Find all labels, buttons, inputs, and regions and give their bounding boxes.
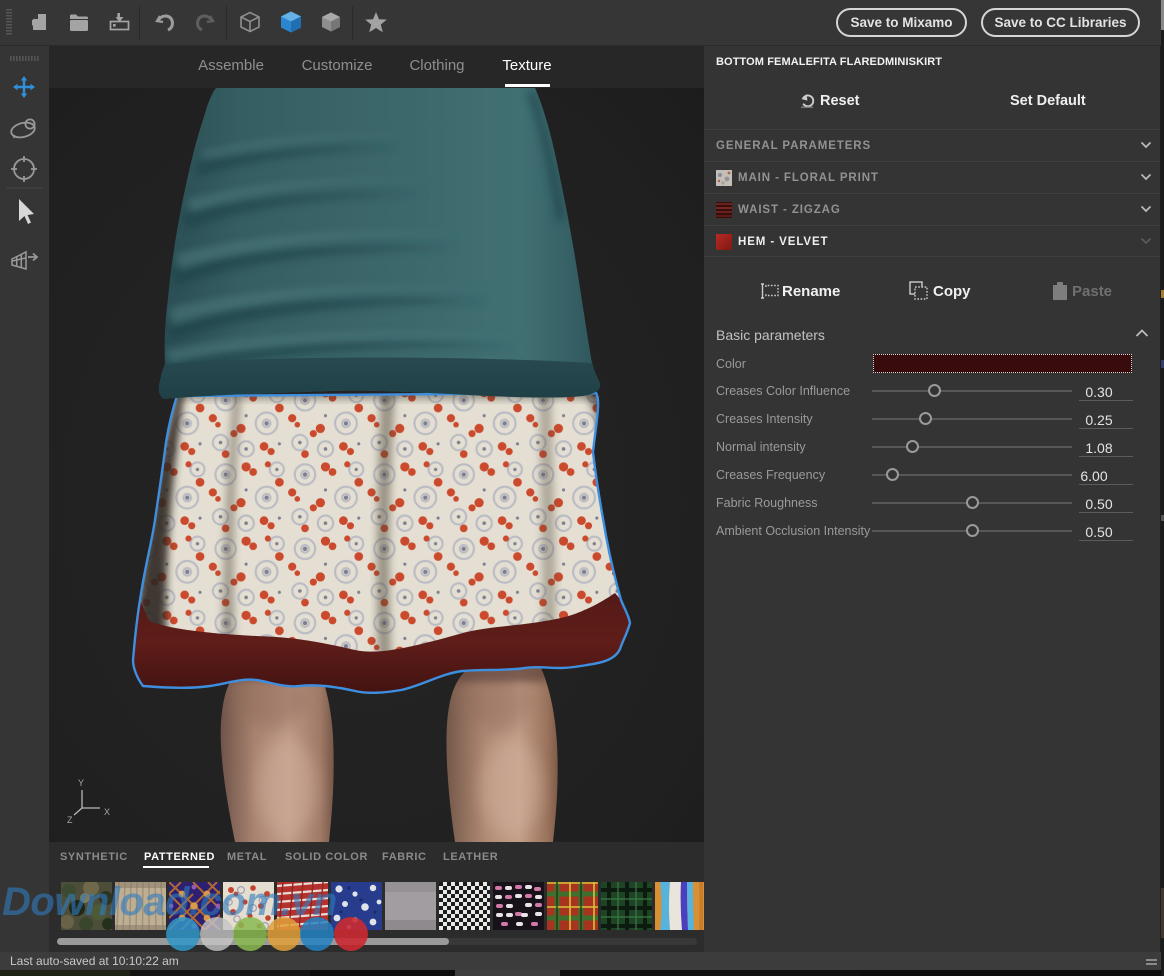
- svg-text:X: X: [104, 807, 110, 817]
- svg-text:Y: Y: [78, 778, 84, 788]
- svg-text:Z: Z: [67, 815, 73, 825]
